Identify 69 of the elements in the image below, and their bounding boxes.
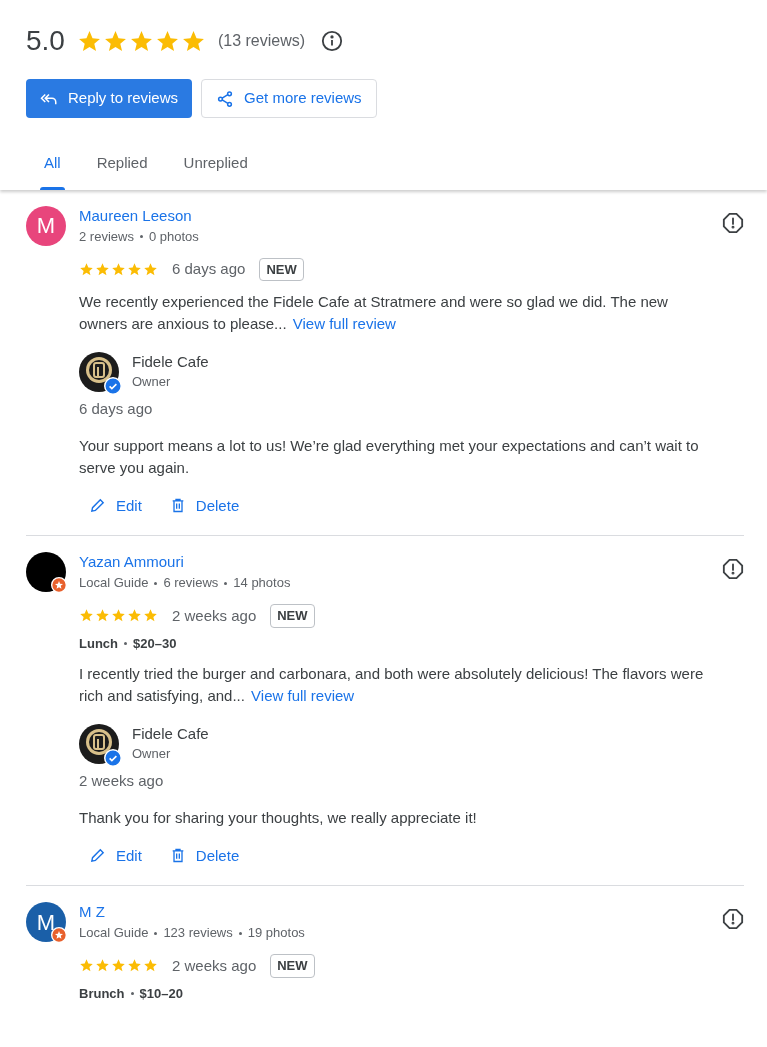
report-icon[interactable] <box>722 908 744 930</box>
report-icon[interactable] <box>722 211 744 234</box>
star-icon <box>127 958 142 974</box>
owner-label: Owner <box>132 745 172 763</box>
star-icon <box>111 261 126 277</box>
delete-button[interactable]: Delete <box>169 494 240 517</box>
review-count: (13 reviews) <box>217 31 306 51</box>
verified-badge-icon <box>104 377 122 395</box>
verified-badge-icon <box>104 749 122 767</box>
new-label: NEW <box>259 257 304 281</box>
reviewer-stat: 14 photos <box>233 574 291 592</box>
share-icon <box>216 89 235 108</box>
reviewer-stat: 19 photos <box>247 924 305 942</box>
business-name: Fidele Cafe <box>132 352 209 372</box>
visit-detail: Lunch <box>79 634 118 653</box>
filter-tab[interactable]: Unreplied <box>165 142 266 190</box>
reviewer-name[interactable]: Yazan Ammouri <box>79 552 291 572</box>
visit-detail: $10–20 <box>139 984 183 1003</box>
star-icon <box>79 261 94 277</box>
average-rating: 5.0 <box>26 24 65 58</box>
view-full-review-link[interactable]: View full review <box>292 315 396 332</box>
review-text: We recently experienced the Fidele Cafe at Stratmere and were so glad we did. The new owners are anxious to please... View full review <box>79 292 669 334</box>
reply-text: Your support means a lot to us! We’re glad everything met your expectations and can’t wait to serve you again. <box>79 435 700 478</box>
visit-detail: $20–30 <box>133 634 177 653</box>
reviewer-stat: Local Guide <box>79 924 149 942</box>
review-time: 2 weeks ago <box>172 955 257 976</box>
visit-detail: Brunch <box>79 984 125 1003</box>
delete-button[interactable]: Delete <box>169 844 240 867</box>
user-avatar: M <box>26 205 66 246</box>
get-more-reviews-button[interactable]: Get more reviews <box>201 79 377 118</box>
reviewer-stat: 123 reviews <box>163 924 233 942</box>
pencil-icon <box>89 847 106 865</box>
star-icon <box>79 608 94 624</box>
reviewer-name[interactable]: Maureen Leeson <box>79 205 199 226</box>
reply-time: 2 weeks ago <box>79 771 165 791</box>
info-icon[interactable] <box>321 30 344 52</box>
star-icon <box>111 958 126 974</box>
filter-tab[interactable]: All <box>26 142 79 190</box>
star-icon <box>127 608 142 624</box>
star-icon <box>127 261 142 277</box>
review-time: 2 weeks ago <box>172 605 257 626</box>
star-icon <box>95 608 110 624</box>
reply-to-reviews-button[interactable]: Reply to reviews <box>26 79 193 118</box>
new-label: NEW <box>270 954 315 978</box>
reply-text: Thank you for sharing your thoughts, we really appreciate it! <box>79 807 478 828</box>
star-icon <box>95 958 110 974</box>
view-full-review-link[interactable]: View full review <box>251 687 355 704</box>
review-text: I recently tried the burger and carbonara, and both were absolutely delicious! The flavors were rich and satisfying, and... View full review <box>79 664 705 706</box>
new-label: NEW <box>270 604 315 628</box>
business-name: Fidele Cafe <box>132 724 209 744</box>
owner-label: Owner <box>132 373 172 391</box>
pencil-icon <box>89 497 106 515</box>
reviewer-stat: 6 reviews <box>163 574 219 592</box>
edit-button[interactable]: Edit <box>89 844 142 867</box>
star-icon <box>111 608 126 624</box>
star-icon <box>143 608 158 624</box>
filter-tab[interactable]: Replied <box>78 142 166 190</box>
star-icon <box>95 261 110 277</box>
reviewer-name[interactable]: M Z <box>79 902 305 922</box>
reply-time: 6 days ago <box>79 399 154 419</box>
reviewer-stat: 2 reviews <box>79 227 134 246</box>
star-icon <box>79 958 94 974</box>
star-icon <box>143 958 158 974</box>
review-time: 6 days ago <box>172 259 246 279</box>
star-icon <box>143 261 158 277</box>
reviewer-stat: Local Guide <box>79 574 149 592</box>
edit-button[interactable]: Edit <box>89 494 142 517</box>
report-icon[interactable] <box>722 558 744 580</box>
reviewer-stat: 0 photos <box>148 227 199 246</box>
